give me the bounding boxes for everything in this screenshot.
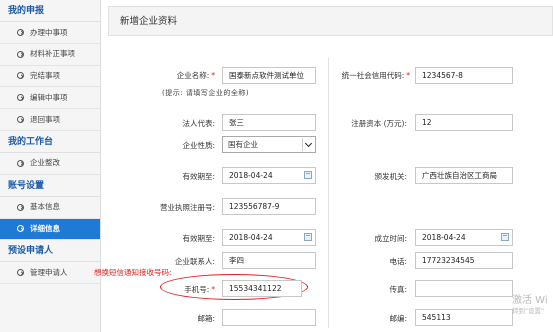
issuer-label: 颁发机关: xyxy=(374,172,407,181)
email-label: 邮箱: xyxy=(197,314,215,323)
chevron-circle-icon xyxy=(17,116,24,124)
chevron-circle-icon xyxy=(17,28,24,36)
valid-to-label-2: 有效期至: xyxy=(182,234,215,243)
chevron-circle-icon xyxy=(17,159,24,167)
sidebar-item-label: 基本信息 xyxy=(30,202,60,212)
chevron-circle-icon xyxy=(17,94,24,102)
sidebar-item-manage-applicant[interactable]: 管理申请人 xyxy=(0,262,100,285)
sidebar-item-label: 完结事项 xyxy=(30,71,60,81)
sidebar-item-in-progress[interactable]: 办理中事项 xyxy=(0,22,100,44)
credit-code-label: 统一社会信用代码: * xyxy=(341,71,410,80)
sidebar-item-label: 管理申请人 xyxy=(30,267,68,277)
valid-to-input-2[interactable]: 2018-04-24 xyxy=(222,229,316,246)
postcode-label: 邮编: xyxy=(389,314,407,323)
nature-select[interactable]: 国有企业 xyxy=(222,136,316,153)
activation-watermark-sub: 转到"设置" xyxy=(512,307,544,315)
sidebar-section-account: 账号设置 xyxy=(0,175,100,197)
sidebar: 我的申报 办理中事项 材料补正事项 完结事项 编辑中事项 退回事项 我的工作台 … xyxy=(0,0,101,332)
company-name-hint: (提示: 请填写企业的全称) xyxy=(162,89,250,97)
sidebar-item-returned[interactable]: 退回事项 xyxy=(0,109,100,131)
chevron-circle-icon xyxy=(17,269,24,277)
sidebar-item-completed[interactable]: 完结事项 xyxy=(0,66,100,88)
contact-input[interactable]: 李四 xyxy=(222,252,316,269)
phone-label: 电话: xyxy=(389,257,407,266)
chevron-circle-icon xyxy=(17,50,24,58)
established-label: 成立时间: xyxy=(374,234,407,243)
nature-label: 企业性质: xyxy=(182,141,215,150)
issuer-input[interactable]: 广西壮族自治区工商局 xyxy=(415,167,513,184)
nature-select-value: 国有企业 xyxy=(228,140,258,149)
mobile-label: 手机号: * xyxy=(184,285,215,294)
established-input[interactable]: 2018-04-24 xyxy=(415,229,513,246)
sidebar-item-detail-info[interactable]: 详细信息 xyxy=(0,218,100,241)
credit-code-input[interactable]: 1234567-8 xyxy=(415,67,513,84)
company-name-label: 企业名称: * xyxy=(176,71,215,80)
license-no-input[interactable]: 123556787-9 xyxy=(222,198,316,215)
sidebar-section-workbench: 我的工作台 xyxy=(0,131,100,153)
sidebar-item-label: 退回事项 xyxy=(30,114,60,124)
fax-input[interactable] xyxy=(415,280,513,297)
capital-input[interactable]: 12 xyxy=(415,114,513,131)
column-divider xyxy=(328,58,329,328)
sidebar-item-supplement[interactable]: 材料补正事项 xyxy=(0,44,100,66)
sidebar-section-applicant: 预设申请人 xyxy=(0,240,100,263)
sidebar-item-label: 企业整改 xyxy=(30,158,60,168)
activation-watermark: 激活 Wi xyxy=(512,295,548,306)
calendar-icon[interactable] xyxy=(304,233,312,241)
fax-label: 传真: xyxy=(389,285,407,294)
sidebar-item-label: 详细信息 xyxy=(30,224,60,234)
chevron-circle-icon xyxy=(17,72,24,80)
license-no-label: 营业执照注册号: xyxy=(159,203,215,212)
contact-label: 企业联系人: xyxy=(174,257,215,266)
sidebar-item-basic-info[interactable]: 基本信息 xyxy=(0,197,100,219)
mobile-input[interactable]: 15534341122 xyxy=(222,280,302,297)
annotation-text: 想换短信通知接收号码: xyxy=(94,268,172,277)
sidebar-item-label: 材料补正事项 xyxy=(30,49,75,59)
chevron-circle-icon xyxy=(17,225,24,233)
email-input[interactable] xyxy=(222,309,316,326)
calendar-icon[interactable] xyxy=(501,233,509,241)
calendar-icon[interactable] xyxy=(304,171,312,179)
legal-rep-label: 法人代表: xyxy=(182,119,215,128)
sidebar-item-rectification[interactable]: 企业整改 xyxy=(0,153,100,175)
capital-label: 注册资本 (万元): xyxy=(351,119,407,128)
page-title: 新增企业资料 xyxy=(108,6,553,36)
sidebar-item-label: 办理中事项 xyxy=(30,27,68,37)
sidebar-item-editing[interactable]: 编辑中事项 xyxy=(0,87,100,110)
postcode-input[interactable]: 545113 xyxy=(415,309,513,326)
valid-to-input-1[interactable]: 2018-04-24 xyxy=(222,167,316,184)
legal-rep-input[interactable]: 张三 xyxy=(222,114,316,131)
sidebar-section-my-declarations: 我的申报 xyxy=(0,0,100,22)
chevron-circle-icon xyxy=(17,203,24,211)
chevron-down-icon xyxy=(302,138,314,151)
company-name-input[interactable]: 国泰新点软件测试单位 xyxy=(222,67,316,84)
sidebar-item-label: 编辑中事项 xyxy=(30,92,68,102)
valid-to-label-1: 有效期至: xyxy=(182,172,215,181)
phone-input[interactable]: 17723234545 xyxy=(415,252,513,269)
